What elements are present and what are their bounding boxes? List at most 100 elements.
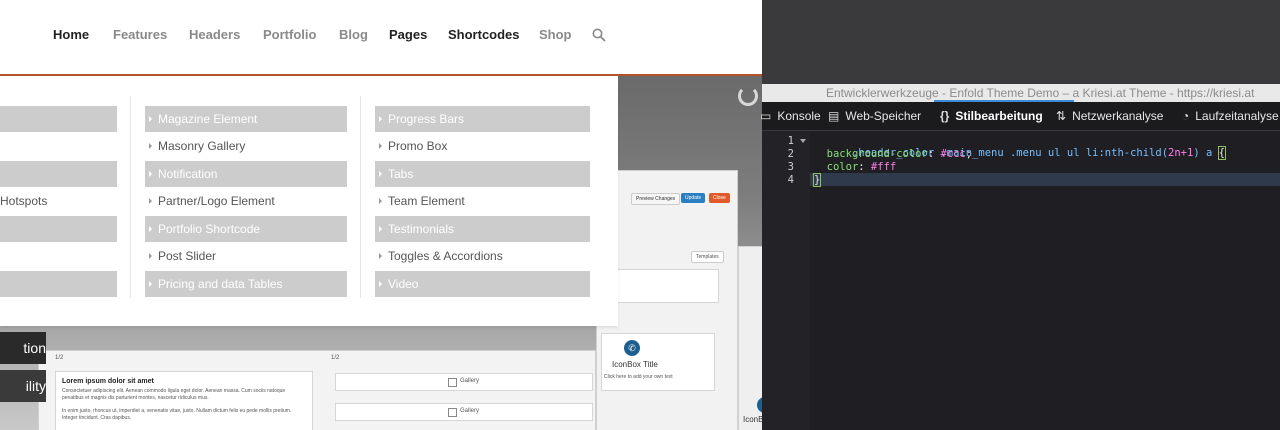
gallery-block: Gallery: [335, 373, 593, 391]
css-property: color: [826, 161, 859, 173]
loading-spinner-icon: [738, 86, 758, 106]
mega-menu-item-label: Team Element: [388, 194, 465, 208]
css-selector-end: ) a: [1193, 147, 1219, 159]
mega-menu-item-label: Promo Box: [388, 139, 448, 153]
bullet-arrow-icon: [149, 171, 152, 178]
nav-item-shop[interactable]: Shop: [539, 27, 572, 42]
website-viewport: Preview Changes Update Close Templates ✆…: [0, 0, 762, 430]
column-divider: [130, 96, 131, 298]
preview-changes-button[interactable]: Preview Changes: [631, 193, 681, 205]
tab-style-editor[interactable]: {} Stilbearbeitung: [940, 102, 1043, 130]
mega-menu-item[interactable]: Tabs: [375, 161, 590, 187]
mega-menu-item[interactable]: Toggles & Accordions: [375, 243, 590, 269]
bullet-arrow-icon: [149, 253, 152, 260]
iconbox-title-2: IconBo: [743, 415, 762, 424]
mega-menu-item-label: Post Slider: [158, 249, 217, 263]
css-pseudo: :nth-child(: [1098, 147, 1169, 159]
mega-menu-item-label: Toggles & Accordions: [388, 249, 503, 263]
mega-menu-item[interactable]: [0, 243, 117, 269]
mega-menu-item-label: Masonry Gallery: [158, 139, 246, 153]
builder-window-back: IconBo: [738, 246, 762, 430]
mega-menu-item[interactable]: Video: [375, 271, 590, 297]
mega-menu-item[interactable]: [0, 106, 117, 132]
main-navigation: Home Features Headers Portfolio Blog Pag…: [0, 0, 762, 76]
mega-menu-item[interactable]: Portfolio Shortcode: [145, 216, 347, 242]
search-icon[interactable]: [592, 28, 606, 42]
mega-menu-item[interactable]: Progress Bars: [375, 106, 590, 132]
css-property: background-color: [826, 148, 928, 160]
bullet-arrow-icon: [379, 171, 382, 178]
code-line-2: background-color: #ccc;: [814, 148, 972, 160]
mega-menu-item[interactable]: [0, 216, 117, 242]
nav-item-features[interactable]: Features: [113, 27, 167, 42]
semicolon: ;: [965, 148, 973, 160]
nav-item-blog[interactable]: Blog: [339, 27, 368, 42]
mega-menu-item[interactable]: [0, 133, 117, 159]
bullet-arrow-icon: [149, 143, 152, 150]
update-button[interactable]: Update: [681, 193, 706, 203]
nav-item-shortcodes[interactable]: Shortcodes: [448, 27, 520, 42]
mega-menu-item[interactable]: Magazine Element: [145, 106, 347, 132]
mega-menu-item[interactable]: Pricing and data Tables: [145, 271, 347, 297]
line-number: 1: [787, 135, 794, 147]
side-feature-button[interactable]: ility: [0, 370, 46, 402]
nav-item-portfolio[interactable]: Portfolio: [263, 27, 316, 42]
text-block: Lorem ipsum dolor sit amet Consectetuer …: [55, 371, 313, 430]
bullet-arrow-icon: [149, 116, 152, 123]
mega-menu-item[interactable]: Masonry Gallery: [145, 133, 347, 159]
brace-open: {: [1217, 146, 1227, 160]
nav-item-home[interactable]: Home: [53, 27, 89, 42]
tab-storage[interactable]: ▤ Web-Speicher: [828, 102, 921, 130]
gallery-icon: [448, 378, 457, 387]
mega-menu-item-label: Video: [388, 277, 419, 291]
current-line-highlight: [810, 173, 1280, 186]
mega-menu-item-label: Magazine Element: [158, 112, 258, 126]
gallery-label: Gallery: [460, 378, 480, 384]
brace-close: }: [812, 173, 822, 187]
mega-menu-item[interactable]: Team Element: [375, 188, 590, 214]
colon: :: [927, 148, 941, 160]
side-feature-button[interactable]: tion: [0, 332, 46, 364]
tab-performance[interactable]: ◔ Laufzeitanalyse: [1182, 102, 1279, 130]
mega-menu-item-label: Progress Bars: [388, 112, 465, 126]
mega-menu-item[interactable]: Hotspots: [0, 188, 117, 214]
builder-row: [605, 269, 719, 303]
bullet-arrow-icon: [149, 198, 152, 205]
tab-label: Laufzeitanalyse: [1195, 109, 1279, 123]
mega-menu-item-label: Testimonials: [388, 222, 455, 236]
iconbox-text: Click here to add your own text: [604, 374, 673, 380]
braces-icon: {}: [940, 109, 950, 123]
gallery-block: Gallery: [335, 403, 593, 421]
css-value: #ccc: [940, 148, 966, 160]
mega-menu-item[interactable]: [0, 271, 117, 297]
gallery-label: Gallery: [460, 408, 480, 414]
close-button[interactable]: Close: [709, 193, 730, 203]
mega-menu-item-label: Partner/Logo Element: [158, 194, 275, 208]
mega-menu-item[interactable]: [0, 161, 117, 187]
tab-console[interactable]: ▭ Konsole: [760, 102, 821, 130]
tab-network[interactable]: ⇅ Netzwerkanalyse: [1056, 102, 1163, 130]
desktop-background: [762, 0, 1280, 84]
mega-menu-item[interactable]: Post Slider: [145, 243, 347, 269]
fold-arrow-icon[interactable]: [800, 139, 806, 143]
nav-item-headers[interactable]: Headers: [189, 27, 240, 42]
templates-button[interactable]: Templates: [691, 251, 724, 263]
css-code-editor[interactable]: .header_color .main_menu .menu ul ul li:…: [810, 131, 1280, 430]
tab-label: Konsole: [777, 109, 821, 123]
mega-menu-item[interactable]: Partner/Logo Element: [145, 188, 347, 214]
storage-icon: ▤: [828, 109, 840, 123]
tab-label: Web-Speicher: [845, 109, 922, 123]
mega-menu-item[interactable]: Notification: [145, 161, 347, 187]
mega-menu-item[interactable]: Testimonials: [375, 216, 590, 242]
iconbox-card: ✆ IconBox Title Click here to add your o…: [601, 333, 715, 391]
tab-label: Netzwerkanalyse: [1072, 109, 1164, 123]
bullet-arrow-icon: [149, 281, 152, 288]
lorem-paragraph: Consectetuer adipiscing elit. Aenean com…: [62, 388, 286, 401]
bullet-arrow-icon: [149, 226, 152, 233]
half-label: 1/2: [55, 355, 64, 361]
nav-item-pages[interactable]: Pages: [389, 27, 427, 42]
code-line-4: }: [812, 173, 822, 187]
mega-menu-item[interactable]: Promo Box: [375, 133, 590, 159]
mega-menu-dropdown: Hotspots Magazine Element Masonry Galler…: [0, 76, 618, 326]
devtools-tab-bar: ▭ Konsole ▤ Web-Speicher {} Stilbearbeitung…: [760, 102, 1280, 131]
